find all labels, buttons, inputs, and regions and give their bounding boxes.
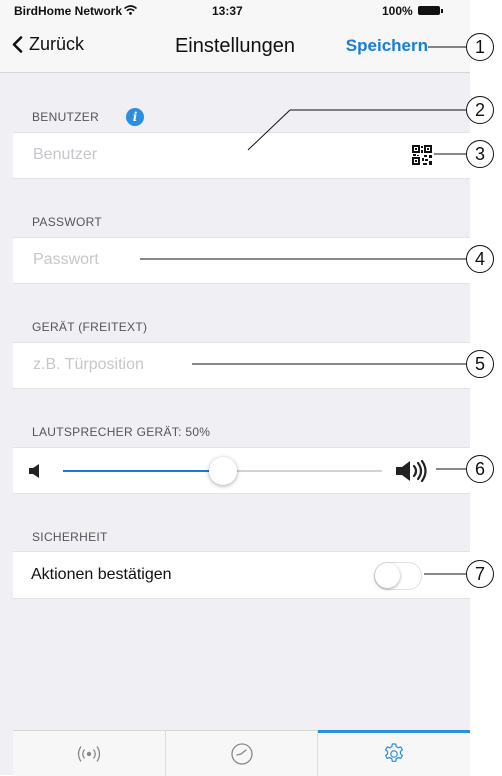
callout-4: 4 bbox=[466, 245, 494, 273]
callout-1: 1 bbox=[466, 33, 494, 61]
callout-2: 2 bbox=[466, 96, 494, 124]
callout-6: 6 bbox=[466, 455, 494, 483]
callout-7: 7 bbox=[466, 560, 494, 588]
callout-3: 3 bbox=[466, 140, 494, 168]
callout-leader-lines bbox=[140, 46, 466, 575]
callout-5: 5 bbox=[466, 350, 494, 378]
